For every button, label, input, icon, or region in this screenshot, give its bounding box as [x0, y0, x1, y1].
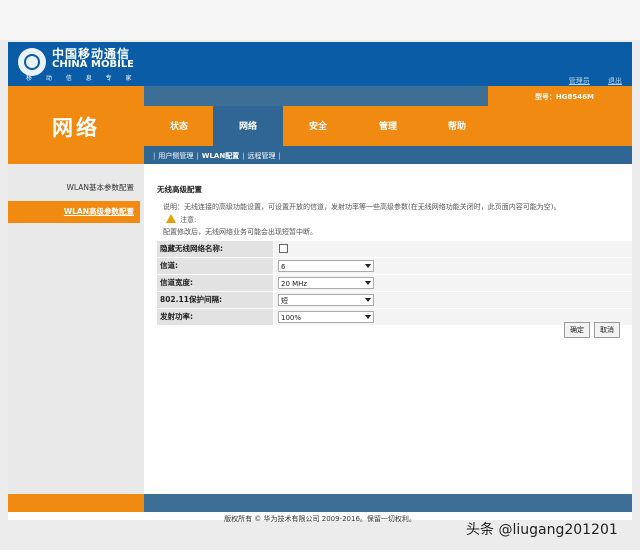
table-row: 信道宽度: 20 MHz — [157, 275, 632, 292]
note-text: 配置修改后，无线网络业务可能会出现短暂中断。 — [163, 228, 317, 236]
footer-bar-right — [144, 494, 632, 512]
subnav-user-side[interactable]: 用户侧管理 — [158, 152, 193, 160]
warning-icon — [166, 214, 176, 223]
table-row: 隐藏无线网络名称: — [157, 241, 632, 258]
admin-link[interactable]: 管理员 — [569, 77, 590, 85]
chevron-down-icon — [365, 264, 371, 268]
channel-label: 信道: — [157, 258, 273, 274]
subnav-remote[interactable]: 远程管理 — [248, 152, 276, 160]
logo-en-text: CHINA MOBILE — [52, 59, 135, 70]
logout-link[interactable]: 退出 — [608, 77, 622, 85]
hide-ssid-label: 隐藏无线网络名称: — [157, 241, 273, 257]
footer-bar-left — [8, 494, 144, 512]
watermark-text: 头条 @liugang201201 — [466, 522, 618, 538]
guard-interval-select[interactable]: 短 — [278, 294, 374, 306]
channel-value: 6 — [281, 263, 286, 271]
section-title: 网络 — [52, 116, 100, 140]
sidebar-item-wlan-advanced[interactable]: WLAN高级参数配置 — [8, 201, 140, 223]
tx-power-select[interactable]: 100% — [278, 311, 374, 323]
tab-security[interactable]: 安全 — [283, 106, 353, 146]
header-links: 管理员 退出 — [553, 76, 622, 86]
hide-ssid-checkbox[interactable] — [279, 244, 288, 253]
tab-network[interactable]: 网络 — [213, 106, 283, 146]
chevron-down-icon — [365, 298, 371, 302]
model-label: 型号：HG8546M — [534, 93, 594, 101]
china-mobile-logo-icon — [18, 48, 46, 76]
page-title: 无线高级配置 — [157, 185, 202, 194]
channel-width-select[interactable]: 20 MHz — [278, 277, 374, 289]
sub-navigation: | 用户侧管理 | WLAN配置 | 远程管理 | — [153, 152, 281, 160]
note-label: 注意: — [180, 216, 197, 224]
cancel-button[interactable]: 取消 — [594, 322, 620, 338]
tab-management[interactable]: 管理 — [353, 106, 423, 146]
chevron-down-icon — [365, 281, 371, 285]
tab-status[interactable]: 状态 — [144, 106, 214, 146]
note-line: 注意: — [166, 214, 196, 225]
table-row: 发射功率: 100% — [157, 309, 632, 326]
tx-power-label: 发射功率: — [157, 309, 273, 325]
page-description: 说明：无线连接的高级功能设置，可设置开放的信道，发射功率等一些高级参数(在无线网… — [163, 203, 561, 211]
tab-help[interactable]: 帮助 — [422, 106, 492, 146]
sidebar-item-wlan-basic[interactable]: WLAN基本参数配置 — [8, 177, 140, 199]
tx-power-value: 100% — [281, 314, 302, 322]
table-row: 信道: 6 — [157, 258, 632, 275]
guard-interval-value: 短 — [281, 297, 288, 305]
channel-width-value: 20 MHz — [281, 280, 308, 288]
browser-top-strip — [0, 0, 640, 40]
chevron-down-icon — [365, 315, 371, 319]
channel-width-label: 信道宽度: — [157, 275, 273, 291]
table-row: 802.11保护间隔: 短 — [157, 292, 632, 309]
logo-slogan: 移 动 信 息 专 家 — [26, 75, 138, 82]
channel-select[interactable]: 6 — [278, 260, 374, 272]
subnav-wlan[interactable]: WLAN配置 — [202, 152, 239, 160]
guard-interval-label: 802.11保护间隔: — [157, 292, 273, 308]
confirm-button[interactable]: 确定 — [564, 322, 590, 338]
settings-table: 隐藏无线网络名称: 信道: 6 信道宽度: 20 MHz 802.11保护间隔:… — [157, 241, 632, 326]
